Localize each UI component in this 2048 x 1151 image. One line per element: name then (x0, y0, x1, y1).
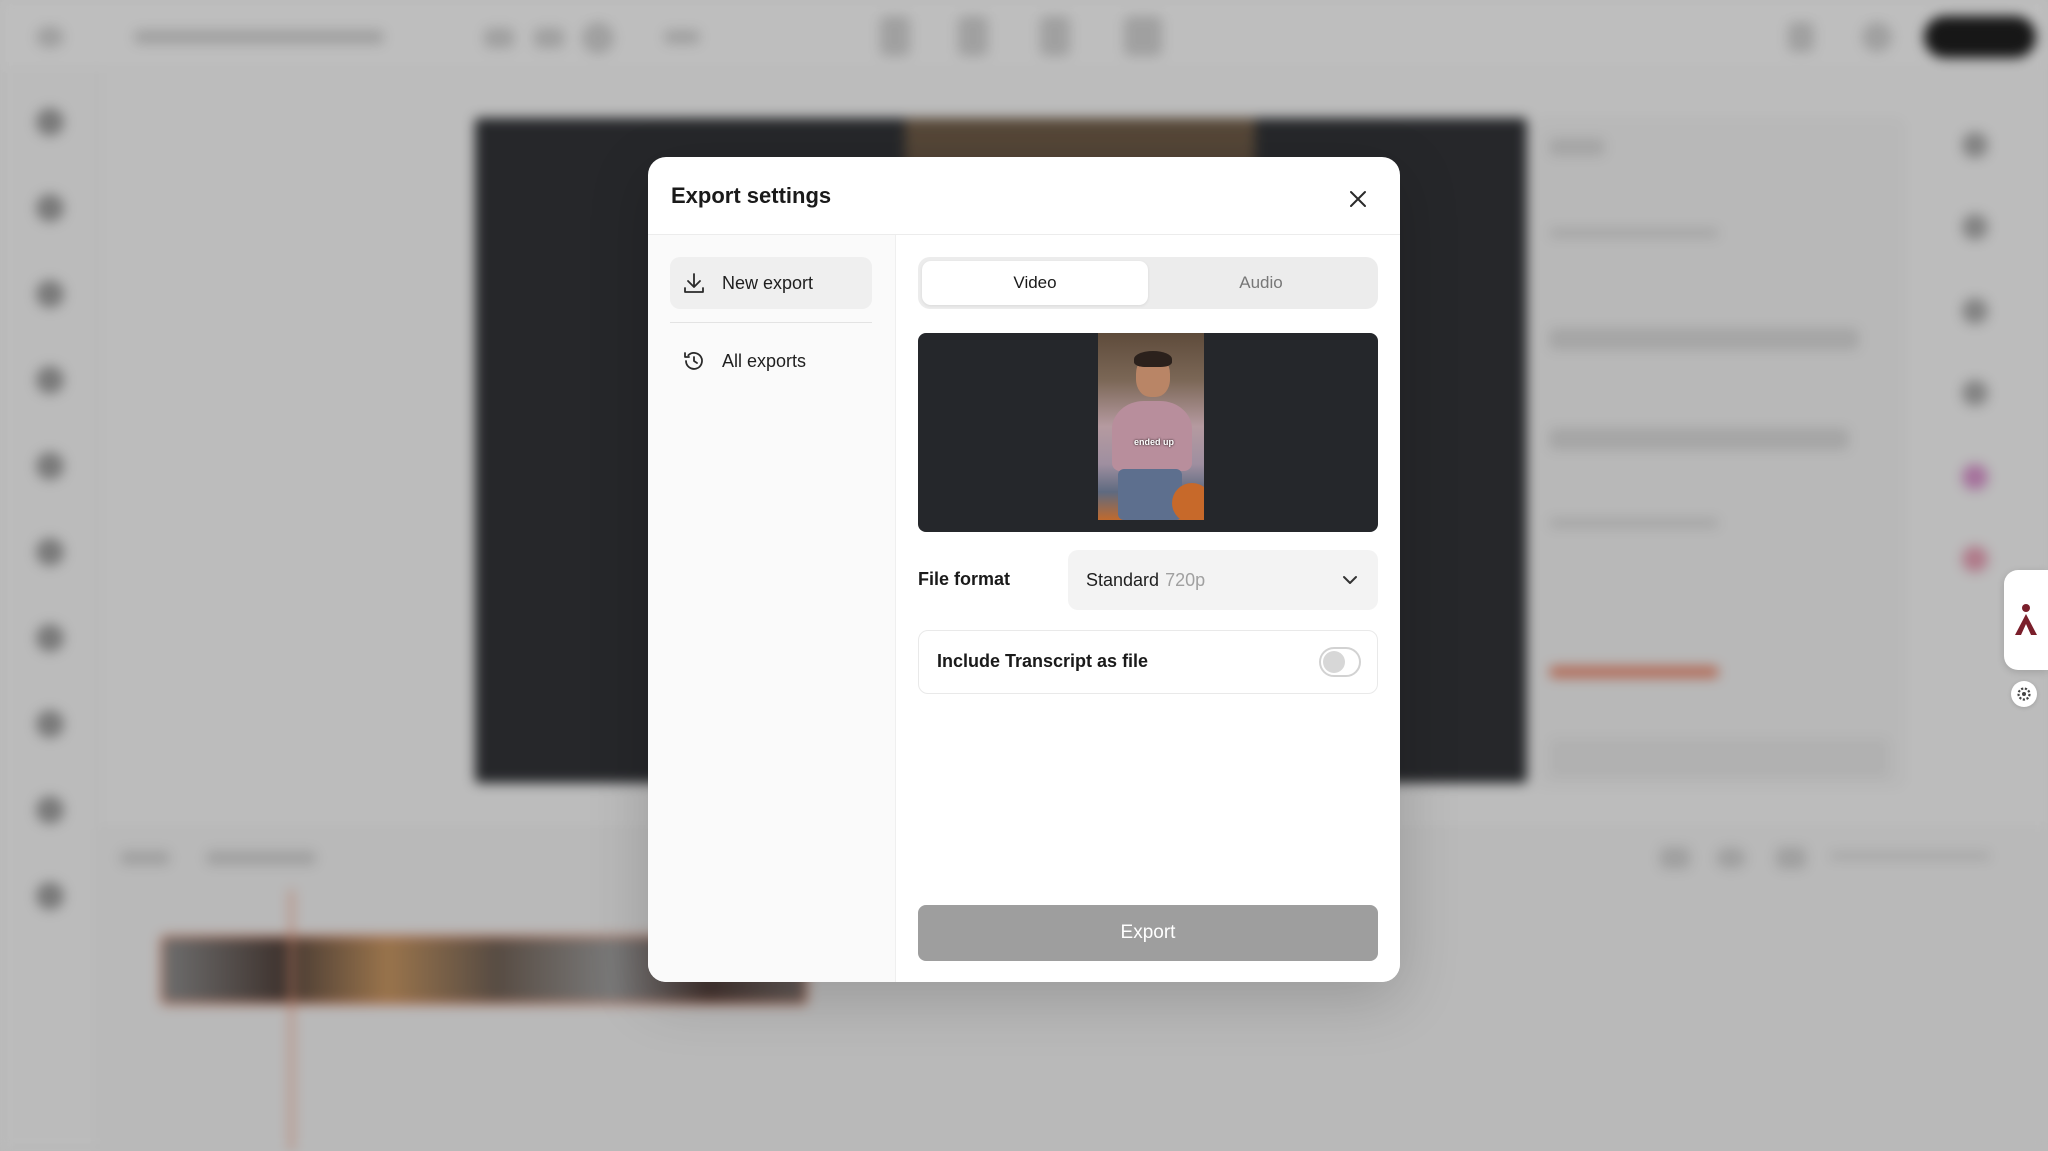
format-tabs: Video Audio (918, 257, 1378, 309)
nav-all-exports-label: All exports (722, 350, 807, 371)
close-icon (1350, 191, 1366, 207)
nav-new-export-label: New export (722, 272, 814, 293)
assistant-logo-icon (2015, 604, 2037, 635)
export-button[interactable]: Export (918, 905, 1378, 961)
export-panel: Video Audio ended up File format Standar… (896, 235, 1400, 982)
toggle-knob (1323, 651, 1345, 673)
nav-new-export[interactable]: New export (670, 257, 872, 309)
file-format-resolution: 720p (1165, 569, 1206, 590)
chevron-down-icon (1343, 576, 1357, 584)
close-button[interactable] (1346, 187, 1370, 211)
file-format-row: File format Standard 720p (918, 550, 1378, 610)
tab-audio[interactable]: Audio (1148, 261, 1374, 305)
include-transcript-card: Include Transcript as file (918, 630, 1378, 694)
history-icon (684, 352, 703, 370)
file-format-value: Standard (1086, 569, 1160, 590)
include-transcript-toggle[interactable] (1319, 647, 1361, 677)
nav-all-exports[interactable]: All exports (670, 335, 872, 387)
preview-thumbnail: ended up (1098, 333, 1204, 520)
preview-caption: ended up (1134, 437, 1174, 447)
tab-video[interactable]: Video (922, 261, 1148, 305)
gear-icon[interactable] (2011, 681, 2037, 707)
include-transcript-label: Include Transcript as file (937, 651, 1149, 671)
nav-divider (670, 322, 872, 323)
nav-layer: New export All exports (648, 157, 896, 982)
assistant-widget[interactable] (2004, 570, 2048, 670)
download-icon (684, 273, 704, 293)
file-format-select[interactable]: Standard 720p (1068, 550, 1378, 610)
file-format-label: File format (918, 569, 1011, 589)
video-preview: ended up (918, 333, 1378, 532)
